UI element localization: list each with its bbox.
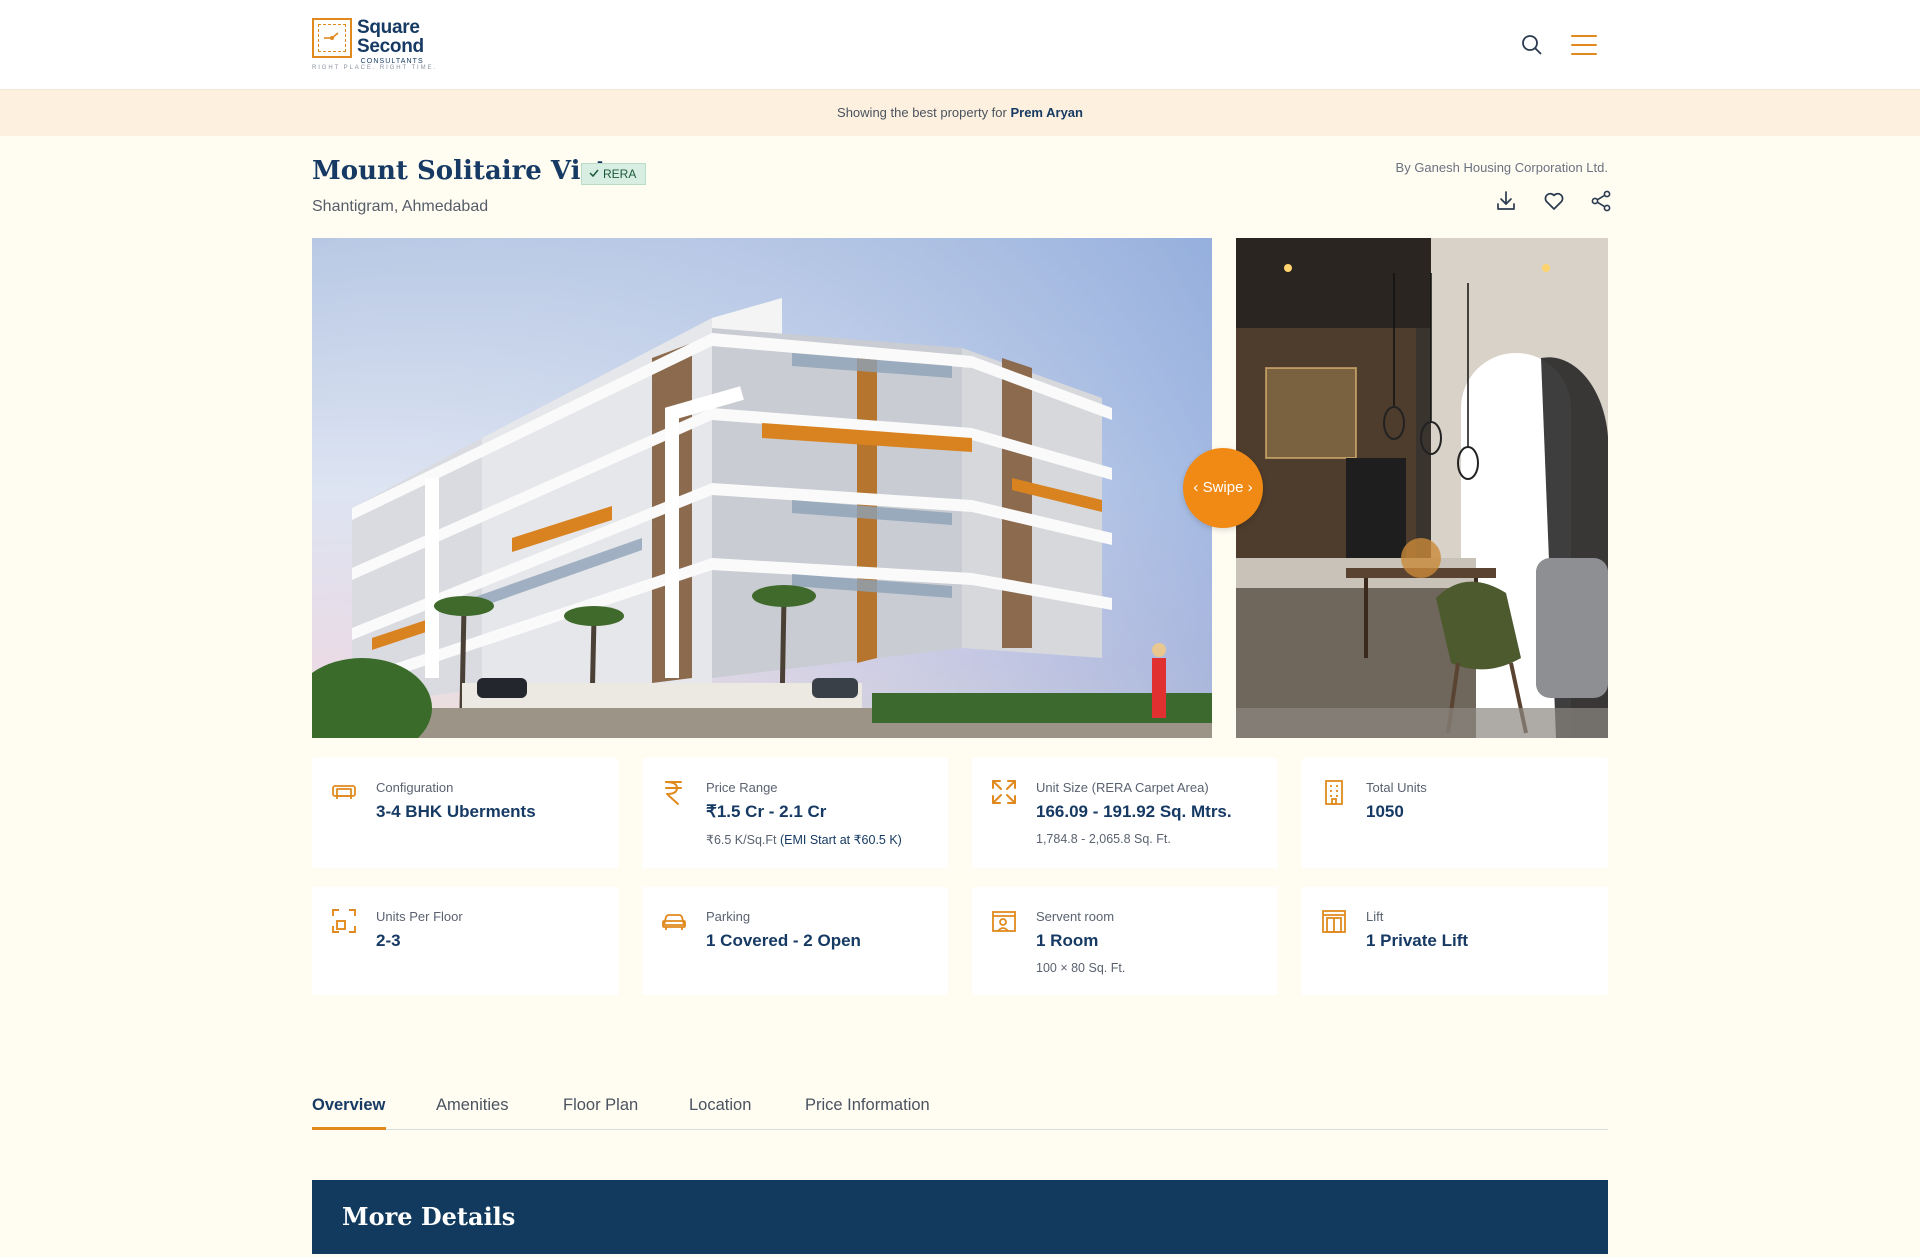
rupee-icon (660, 778, 688, 806)
logo-mark-icon (312, 18, 352, 58)
card-label: Price Range (706, 780, 778, 795)
more-details-title: More Details (342, 1202, 516, 1231)
chevron-right-icon: › (1247, 479, 1253, 496)
card-sub: 100 × 80 Sq. Ft. (1036, 961, 1126, 975)
tab-overview[interactable]: Overview (312, 1096, 385, 1115)
card-sub: 1,784.8 - 2,065.8 Sq. Ft. (1036, 832, 1171, 846)
card-label: Total Units (1366, 780, 1427, 795)
floor-units-icon (330, 907, 358, 935)
building-exterior-image[interactable] (312, 238, 1212, 738)
download-icon[interactable] (1494, 189, 1518, 213)
card-configuration: Configuration 3-4 BHK Uberments (312, 758, 618, 868)
swipe-button[interactable]: ‹ Swipe › (1183, 448, 1263, 528)
brand-logo[interactable]: Square Second CONSULTANTS RIGHT PLACE. R… (312, 17, 435, 71)
card-price-range: Price Range ₹1.5 Cr - 2.1 Cr ₹6.5 K/Sq.F… (642, 758, 948, 868)
servant-room-icon (990, 907, 1018, 935)
top-navbar: Square Second CONSULTANTS RIGHT PLACE. R… (0, 0, 1920, 90)
card-label: Configuration (376, 780, 454, 795)
card-value: 2-3 (376, 931, 401, 950)
more-details-section: More Details (312, 1180, 1608, 1254)
logo-line-3: CONSULTANTS (360, 58, 424, 65)
emi-info: (EMI Start at ₹60.5 K) (779, 833, 902, 847)
logo-line-1: Square (357, 17, 420, 38)
developer-name: By Ganesh Housing Corporation Ltd. (1395, 160, 1608, 175)
card-value: 1 Covered - 2 Open (706, 931, 861, 950)
card-value: 166.09 - 191.92 Sq. Mtrs. (1036, 802, 1232, 821)
card-value: 1 Private Lift (1366, 931, 1469, 950)
card-value: 1 Room (1036, 931, 1099, 950)
building-icon (1320, 778, 1348, 806)
card-value: ₹1.5 Cr - 2.1 Cr (706, 802, 827, 821)
card-label: Units Per Floor (376, 909, 463, 924)
rera-label: RERA (603, 167, 637, 181)
active-tab-indicator (312, 1127, 386, 1130)
property-title: Mount Solitaire Vista (312, 156, 624, 186)
sofa-icon (330, 778, 358, 806)
logo-tagline: RIGHT PLACE. RIGHT TIME. (312, 65, 437, 71)
card-label: Unit Size (RERA Carpet Area) (1036, 780, 1209, 795)
rera-badge: RERA (581, 163, 647, 185)
expand-icon (990, 778, 1018, 806)
card-label: Servent room (1036, 909, 1115, 924)
banner-text: Showing the best property for (837, 105, 1011, 120)
tab-price-information[interactable]: Price Information (805, 1096, 930, 1115)
search-icon[interactable] (1520, 33, 1544, 57)
hamburger-menu-icon[interactable] (1571, 34, 1597, 56)
tab-location[interactable]: Location (689, 1096, 751, 1115)
card-lift: Lift 1 Private Lift (1302, 887, 1608, 995)
check-icon (589, 164, 599, 184)
card-value: 3-4 BHK Uberments (376, 802, 536, 821)
swipe-label: Swipe (1202, 479, 1244, 496)
price-per-sqft: ₹6.5 K/Sq.Ft (706, 833, 777, 847)
card-unit-size: Unit Size (RERA Carpet Area) 166.09 - 19… (972, 758, 1278, 868)
card-label: Parking (706, 909, 751, 924)
tab-amenities[interactable]: Amenities (436, 1096, 508, 1115)
card-servant-room: Servent room 1 Room 100 × 80 Sq. Ft. (972, 887, 1278, 995)
card-value: 1050 (1366, 802, 1404, 821)
interior-kitchen-image[interactable] (1236, 238, 1608, 738)
card-parking: Parking 1 Covered - 2 Open (642, 887, 948, 995)
tab-floor-plan[interactable]: Floor Plan (563, 1096, 638, 1115)
share-icon[interactable] (1589, 189, 1613, 213)
card-total-units: Total Units 1050 (1302, 758, 1608, 868)
banner-user-name: Prem Aryan (1010, 105, 1083, 120)
car-icon (660, 907, 688, 935)
section-tabs: Overview Amenities Floor Plan Location P… (312, 1090, 1608, 1130)
logo-line-2: Second (357, 36, 424, 57)
card-units-per-floor: Units Per Floor 2-3 (312, 887, 618, 995)
property-location: Shantigram, Ahmedabad (312, 198, 489, 215)
personalized-banner: Showing the best property for Prem Aryan (0, 90, 1920, 136)
lift-icon (1320, 907, 1348, 935)
chevron-left-icon: ‹ (1193, 479, 1199, 496)
heart-icon[interactable] (1542, 189, 1566, 213)
card-label: Lift (1366, 909, 1384, 924)
card-sub: ₹6.5 K/Sq.Ft (EMI Start at ₹60.5 K) (706, 832, 902, 847)
